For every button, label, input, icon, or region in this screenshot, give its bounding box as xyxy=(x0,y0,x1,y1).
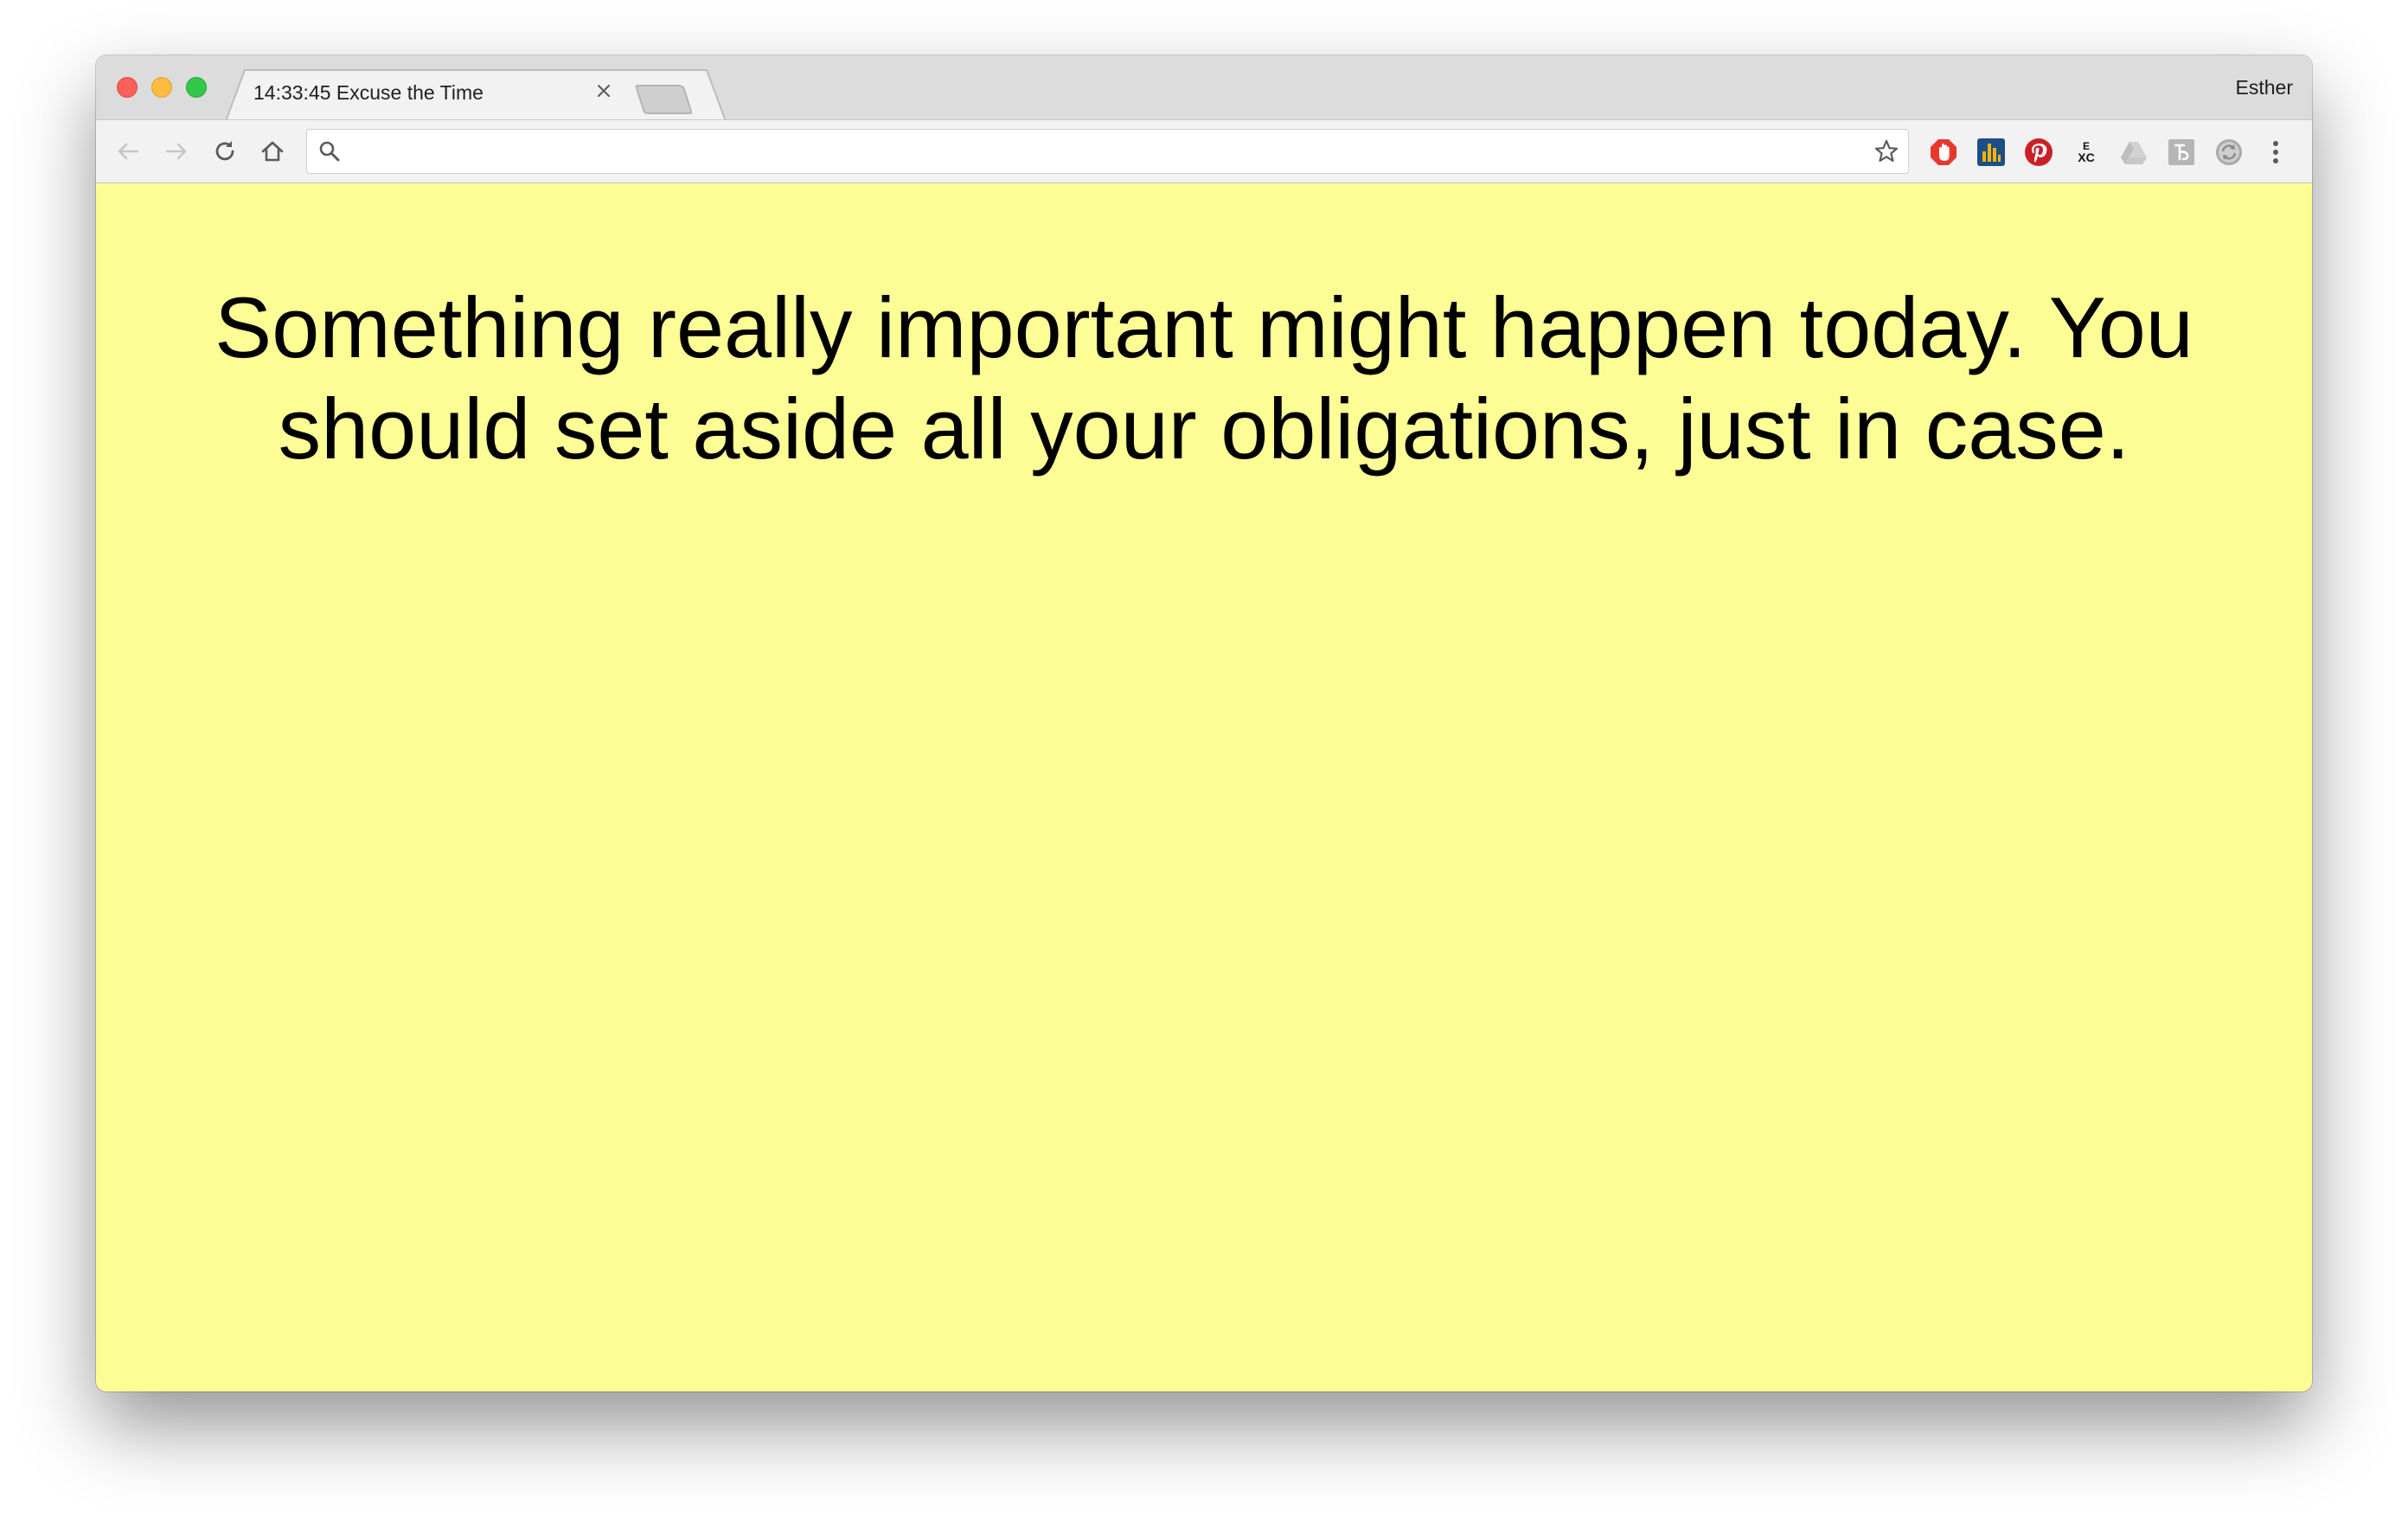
address-bar[interactable] xyxy=(306,129,1909,174)
search-icon xyxy=(316,138,343,165)
adblock-icon[interactable] xyxy=(1927,136,1960,169)
kebab-menu-icon xyxy=(2273,141,2278,163)
pinterest-icon[interactable] xyxy=(2022,136,2055,169)
arrow-right-icon xyxy=(165,143,187,160)
sync-icon[interactable] xyxy=(2213,136,2245,169)
reload-icon xyxy=(215,141,234,161)
excuse-message: Something really important might happen … xyxy=(215,279,2193,477)
page-content: Something really important might happen … xyxy=(96,183,2312,1391)
home-button[interactable] xyxy=(254,133,291,170)
browser-window: 14:33:45 Excuse the Time Esther E XC Som… xyxy=(96,55,2312,1391)
minimize-window-button[interactable] xyxy=(151,77,172,98)
toolbar: E XC xyxy=(96,119,2312,183)
kana-icon[interactable] xyxy=(2165,136,2198,169)
address-input[interactable] xyxy=(350,137,1850,168)
profile-name[interactable]: Esther xyxy=(2236,76,2293,99)
new-tab-button[interactable] xyxy=(634,84,695,115)
back-button[interactable] xyxy=(110,133,146,170)
close-icon[interactable] xyxy=(591,78,617,104)
tab-strip: 14:33:45 Excuse the Time Esther xyxy=(96,55,2312,121)
arrow-left-icon xyxy=(118,143,139,160)
analytics-icon[interactable] xyxy=(1975,136,2008,169)
exc-icon-bottom-label: XC xyxy=(2078,150,2095,164)
exc-icon[interactable]: E XC xyxy=(2070,136,2103,169)
maximize-window-button[interactable] xyxy=(186,77,207,98)
close-window-button[interactable] xyxy=(117,77,138,98)
more-menu-button[interactable] xyxy=(2258,136,2293,169)
reload-button[interactable] xyxy=(207,133,243,170)
forward-button[interactable] xyxy=(158,133,195,170)
home-icon xyxy=(261,141,284,162)
tab-title: 14:33:45 Excuse the Time xyxy=(253,81,484,104)
drive-icon[interactable] xyxy=(2117,136,2150,169)
bookmark-star-icon[interactable] xyxy=(1872,137,1901,166)
